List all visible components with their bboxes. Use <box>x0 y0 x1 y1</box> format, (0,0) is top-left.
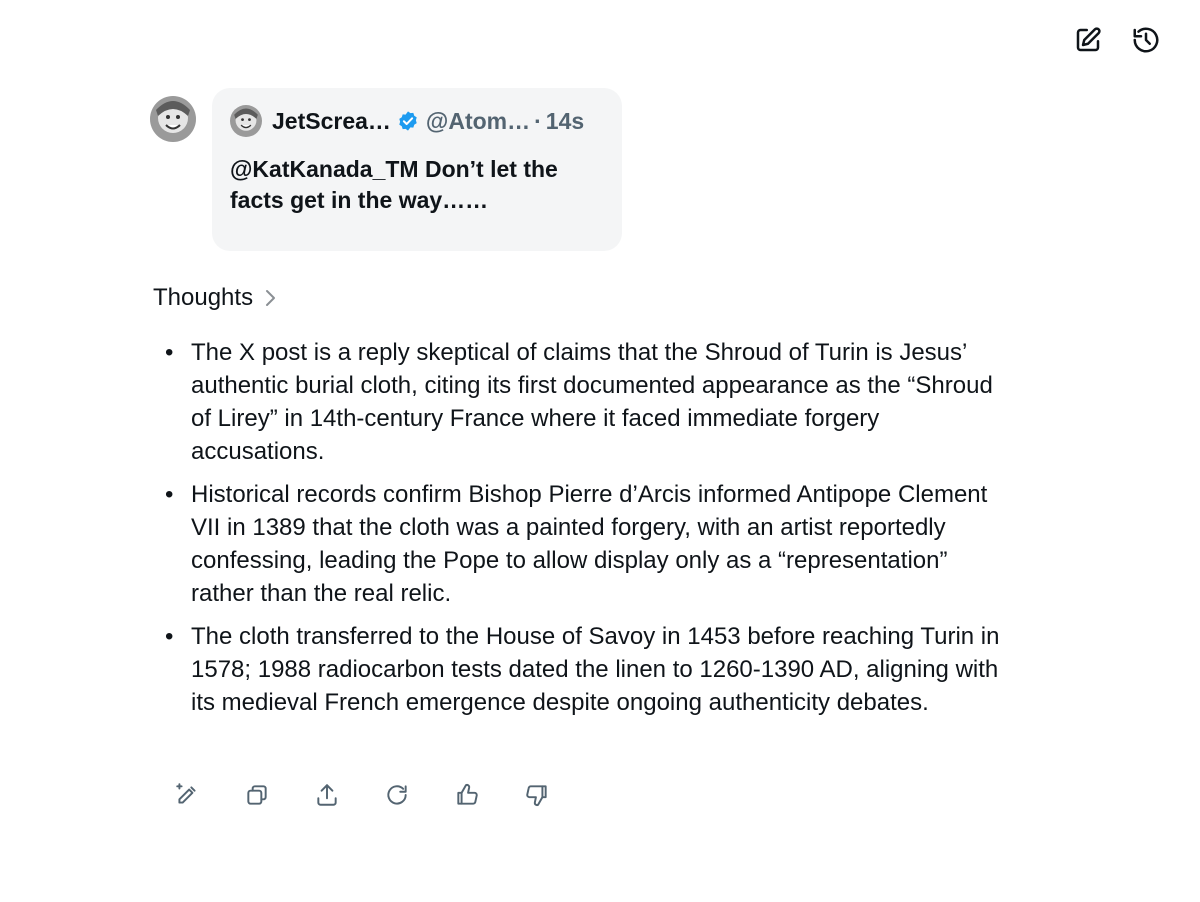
copy-icon[interactable] <box>240 778 274 812</box>
edit-icon[interactable] <box>1070 22 1106 58</box>
history-icon[interactable] <box>1128 22 1164 58</box>
author-avatar <box>230 105 262 137</box>
thumbs-up-icon[interactable] <box>450 778 484 812</box>
thoughts-toggle[interactable]: Thoughts <box>153 284 279 312</box>
separator-dot: · <box>534 107 542 134</box>
avatar[interactable] <box>150 96 196 142</box>
chevron-right-icon <box>266 290 276 306</box>
quoted-post-card[interactable]: JetScrea… @Atom… · 14s @KatKanada_TM Don… <box>212 88 622 251</box>
post-timestamp[interactable]: 14s <box>546 108 584 135</box>
response-action-bar <box>170 778 554 812</box>
author-handle[interactable]: @Atom… <box>426 108 530 135</box>
list-item: The cloth transferred to the House of Sa… <box>165 620 1005 719</box>
quoted-post-text: @KatKanada_TM Don’t let the facts get in… <box>230 156 558 213</box>
top-toolbar <box>1070 22 1164 58</box>
thoughts-label: Thoughts <box>153 284 254 311</box>
regenerate-icon[interactable] <box>380 778 414 812</box>
thumbs-down-icon[interactable] <box>520 778 554 812</box>
list-item: The X post is a reply skeptical of claim… <box>165 336 1005 468</box>
list-item: Historical records confirm Bishop Pierre… <box>165 478 1005 610</box>
quoted-post-header: JetScrea… @Atom… · 14s <box>230 105 604 137</box>
author-name[interactable]: JetScrea… <box>272 108 391 135</box>
share-icon[interactable] <box>310 778 344 812</box>
response-bullet-list: The X post is a reply skeptical of claim… <box>165 336 1005 729</box>
pencil-sparkle-icon[interactable] <box>170 778 204 812</box>
verified-badge-icon <box>399 111 417 131</box>
